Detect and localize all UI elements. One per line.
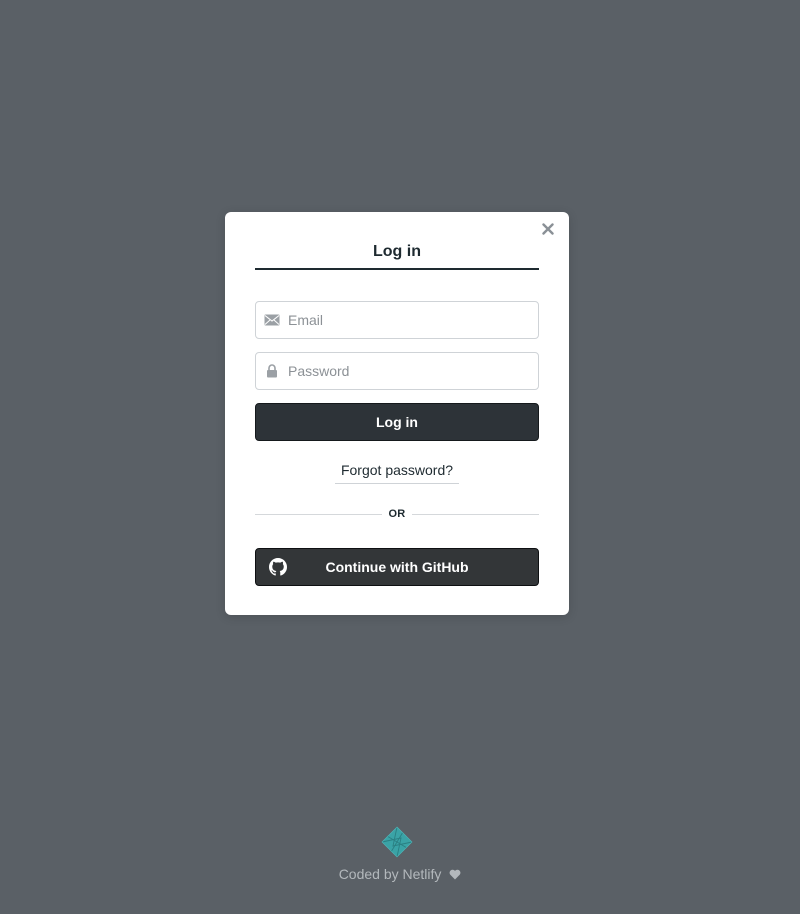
close-icon xyxy=(542,223,554,235)
login-modal: Log in Log in Forgot password? OR xyxy=(225,212,569,615)
password-field[interactable] xyxy=(255,352,539,390)
email-input[interactable] xyxy=(288,303,538,337)
login-button[interactable]: Log in xyxy=(255,403,539,441)
divider-label: OR xyxy=(388,508,406,520)
github-login-button[interactable]: Continue with GitHub xyxy=(255,548,539,586)
forgot-password-link[interactable]: Forgot password? xyxy=(335,460,459,484)
github-icon xyxy=(269,558,287,576)
envelope-icon xyxy=(256,302,288,338)
divider-line-right xyxy=(411,513,540,515)
email-field[interactable] xyxy=(255,301,539,339)
password-input[interactable] xyxy=(288,354,538,388)
close-button[interactable] xyxy=(538,219,558,239)
footer-credit: Coded by Netlify xyxy=(0,866,800,882)
netlify-logo-icon[interactable] xyxy=(381,826,413,858)
or-divider: OR xyxy=(255,507,540,521)
modal-title: Log in xyxy=(373,243,421,260)
lock-icon xyxy=(256,353,288,389)
heart-icon xyxy=(449,869,461,880)
divider-line-left xyxy=(255,513,383,515)
github-button-label: Continue with GitHub xyxy=(325,559,469,575)
modal-header: Log in xyxy=(255,240,539,270)
footer-text: Coded by Netlify xyxy=(338,866,442,882)
